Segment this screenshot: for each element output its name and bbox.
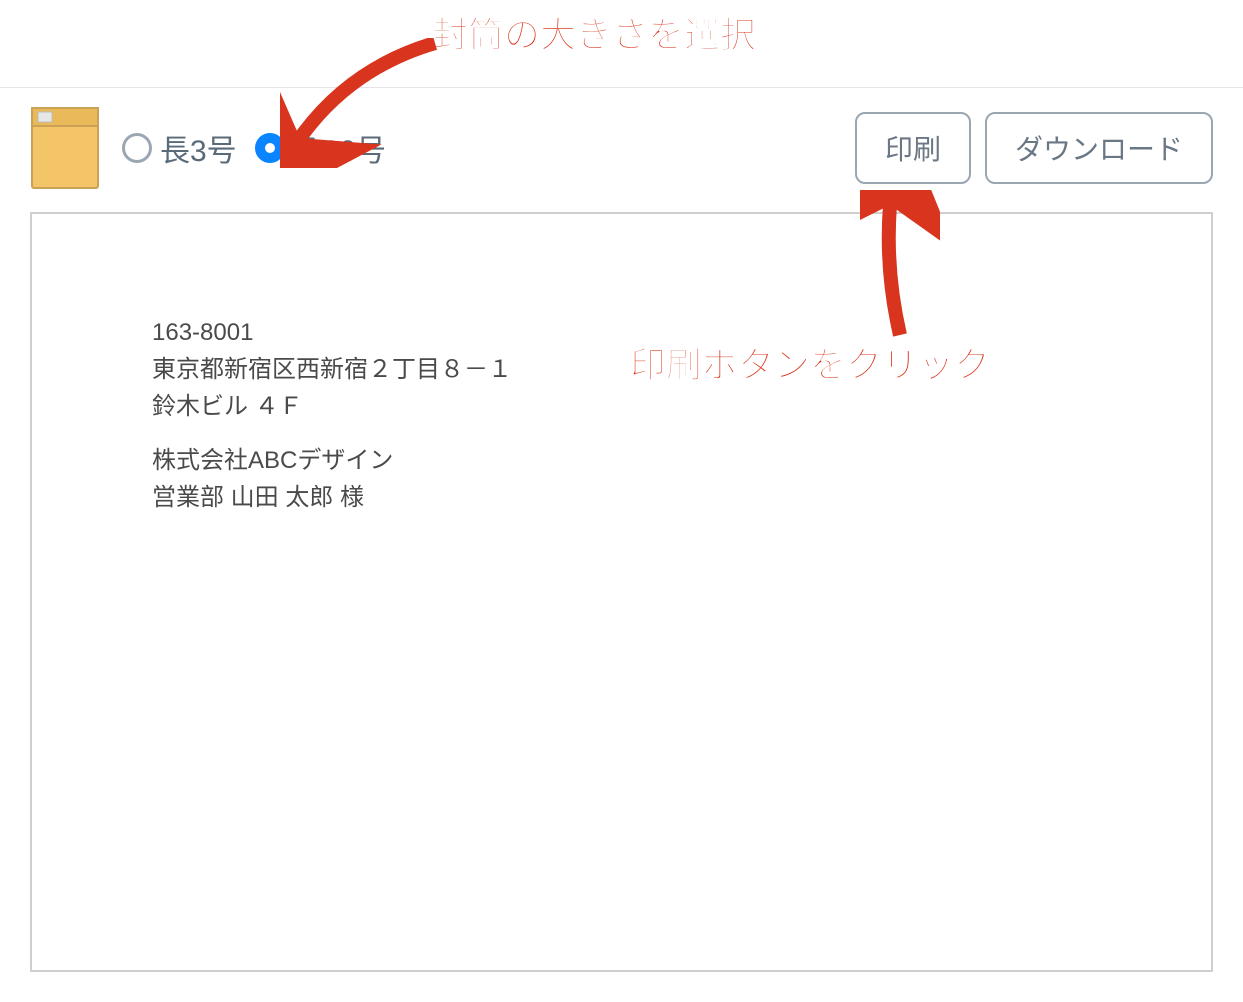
top-strip — [0, 0, 1243, 88]
preview-recipient: 営業部 山田 太郎 様 — [152, 479, 1211, 516]
envelope-preview: 163-8001 東京都新宿区西新宿２丁目８－１ 鈴木ビル ４Ｆ 株式会社ABC… — [30, 212, 1213, 972]
size-option-naga3[interactable]: 長3号 — [122, 126, 237, 170]
radio-icon — [255, 133, 285, 163]
size-option-label: 角20号 — [293, 126, 386, 170]
preview-address-1: 東京都新宿区西新宿２丁目８－１ — [152, 351, 1211, 388]
envelope-icon — [30, 106, 100, 190]
radio-icon — [122, 133, 152, 163]
preview-company: 株式会社ABCデザイン — [152, 442, 1211, 479]
envelope-size-options: 長3号 角20号 — [122, 126, 386, 170]
preview-postal-code: 163-8001 — [152, 314, 1211, 351]
toolbar: 長3号 角20号 印刷 ダウンロード — [0, 88, 1243, 190]
download-button[interactable]: ダウンロード — [985, 112, 1213, 184]
size-option-kaku20[interactable]: 角20号 — [255, 126, 386, 170]
preview-address-2: 鈴木ビル ４Ｆ — [152, 388, 1211, 425]
print-button[interactable]: 印刷 — [855, 112, 971, 184]
size-option-label: 長3号 — [160, 126, 237, 170]
